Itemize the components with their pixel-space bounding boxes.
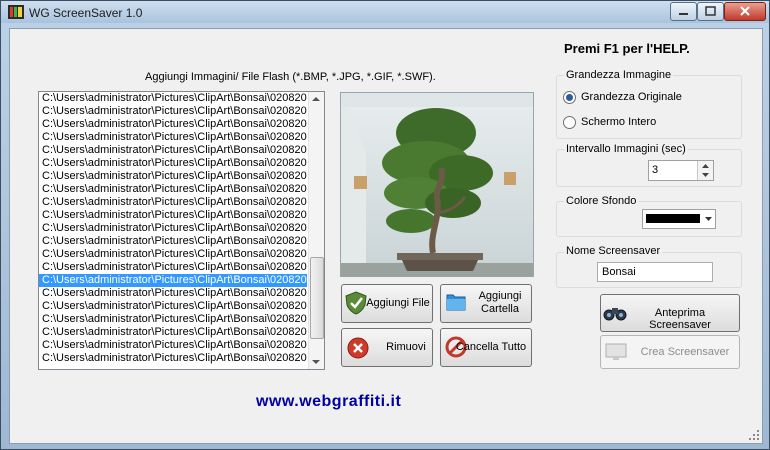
interval-label: Intervallo Immagini (sec)	[564, 143, 688, 155]
list-item[interactable]: C:\Users\administrator\Pictures\ClipArt\…	[39, 261, 307, 274]
list-item[interactable]: C:\Users\administrator\Pictures\ClipArt\…	[39, 209, 307, 222]
minimize-icon	[679, 13, 688, 15]
scroll-down-icon[interactable]	[312, 360, 320, 364]
monitor-icon	[605, 343, 627, 360]
background-color-picker[interactable]	[642, 209, 716, 229]
maximize-button[interactable]	[697, 2, 724, 21]
interval-value: 3	[652, 164, 659, 176]
screensaver-name-label: Nome Screensaver	[564, 245, 663, 257]
chevron-down-icon	[705, 217, 712, 221]
option-original-size-label: Grandezza Originale	[581, 91, 682, 103]
main-panel: Premi F1 per l'HELP. Aggiungi Immagini/ …	[9, 28, 763, 444]
delete-all-button[interactable]: Cancella Tutto	[440, 328, 532, 367]
add-file-label: Aggiungi File	[366, 297, 430, 309]
list-item[interactable]: C:\Users\administrator\Pictures\ClipArt\…	[39, 144, 307, 157]
option-full-screen-label: Schermo Intero	[581, 116, 657, 128]
image-preview	[340, 92, 534, 277]
list-item[interactable]: C:\Users\administrator\Pictures\ClipArt\…	[39, 235, 307, 248]
list-item[interactable]: C:\Users\administrator\Pictures\ClipArt\…	[39, 105, 307, 118]
folder-icon	[446, 294, 466, 311]
delete-all-label: Cancella Tutto	[455, 341, 527, 353]
list-scrollbar[interactable]	[308, 92, 324, 369]
add-folder-label-1: Aggiungi	[478, 290, 522, 302]
list-item[interactable]: C:\Users\administrator\Pictures\ClipArt\…	[39, 157, 307, 170]
minimize-button[interactable]	[670, 2, 697, 21]
list-item[interactable]: C:\Users\administrator\Pictures\ClipArt\…	[39, 287, 307, 300]
image-size-label: Grandezza Immagine	[564, 69, 674, 81]
scroll-thumb[interactable]	[310, 257, 324, 339]
list-item[interactable]: C:\Users\administrator\Pictures\ClipArt\…	[39, 92, 307, 105]
bonsai-photo	[341, 93, 533, 276]
list-item[interactable]: C:\Users\administrator\Pictures\ClipArt\…	[39, 248, 307, 261]
list-item[interactable]: C:\Users\administrator\Pictures\ClipArt\…	[39, 313, 307, 326]
scroll-up-icon[interactable]	[312, 97, 320, 101]
remove-icon	[347, 337, 369, 359]
interval-spinner[interactable]: 3	[648, 160, 714, 181]
list-item[interactable]: C:\Users\administrator\Pictures\ClipArt\…	[39, 131, 307, 144]
maximize-icon	[705, 6, 716, 16]
radio-original-size[interactable]	[563, 91, 576, 104]
create-screensaver-label: Crea Screensaver	[640, 346, 730, 358]
list-item[interactable]: C:\Users\administrator\Pictures\ClipArt\…	[39, 300, 307, 313]
list-item[interactable]: C:\Users\administrator\Pictures\ClipArt\…	[39, 326, 307, 339]
screensaver-name-value: Bonsai	[602, 266, 636, 278]
preview-screensaver-label: Anteprima Screensaver	[649, 307, 711, 331]
app-icon	[8, 5, 24, 19]
list-item[interactable]: C:\Users\administrator\Pictures\ClipArt\…	[39, 196, 307, 209]
window-title: WG ScreenSaver 1.0	[29, 6, 143, 20]
list-item[interactable]: C:\Users\administrator\Pictures\ClipArt\…	[39, 170, 307, 183]
resize-grip-icon[interactable]	[748, 429, 760, 441]
color-swatch	[646, 214, 700, 223]
spin-arrows-icon	[702, 164, 709, 177]
add-folder-button[interactable]: Aggiungi Cartella	[440, 284, 532, 323]
list-item[interactable]: C:\Users\administrator\Pictures\ClipArt\…	[39, 352, 307, 365]
remove-button[interactable]: Rimuovi	[341, 328, 433, 367]
list-item[interactable]: C:\Users\administrator\Pictures\ClipArt\…	[39, 118, 307, 131]
image-list[interactable]: C:\Users\administrator\Pictures\ClipArt\…	[38, 91, 325, 370]
help-hint: Premi F1 per l'HELP.	[564, 41, 690, 56]
preview-screensaver-button[interactable]: Anteprima Screensaver	[600, 294, 740, 332]
add-folder-label-2: Cartella	[481, 303, 519, 315]
list-item[interactable]: C:\Users\administrator\Pictures\ClipArt\…	[39, 339, 307, 352]
website-link[interactable]: www.webgraffiti.it	[256, 393, 401, 411]
background-color-label: Colore Sfondo	[564, 195, 639, 207]
app-window: WG ScreenSaver 1.0 Premi F1 per l'HELP. …	[0, 0, 770, 450]
shield-check-icon	[345, 291, 367, 315]
list-item[interactable]: C:\Users\administrator\Pictures\ClipArt\…	[39, 183, 307, 196]
list-item[interactable]: C:\Users\administrator\Pictures\ClipArt\…	[39, 274, 307, 287]
image-list-label: Aggiungi Immagini/ File Flash (*.BMP, *.…	[145, 71, 436, 83]
spinner-buttons[interactable]	[697, 161, 713, 180]
screensaver-name-input[interactable]: Bonsai	[597, 262, 713, 282]
list-item[interactable]: C:\Users\administrator\Pictures\ClipArt\…	[39, 222, 307, 235]
image-size-group	[556, 75, 742, 139]
remove-label: Rimuovi	[386, 341, 426, 353]
title-bar[interactable]: WG ScreenSaver 1.0	[1, 1, 769, 23]
create-screensaver-button[interactable]: Crea Screensaver	[600, 335, 740, 369]
add-file-button[interactable]: Aggiungi File	[341, 284, 433, 323]
close-icon	[740, 6, 750, 16]
close-button[interactable]	[724, 2, 766, 21]
radio-full-screen[interactable]	[563, 116, 576, 129]
